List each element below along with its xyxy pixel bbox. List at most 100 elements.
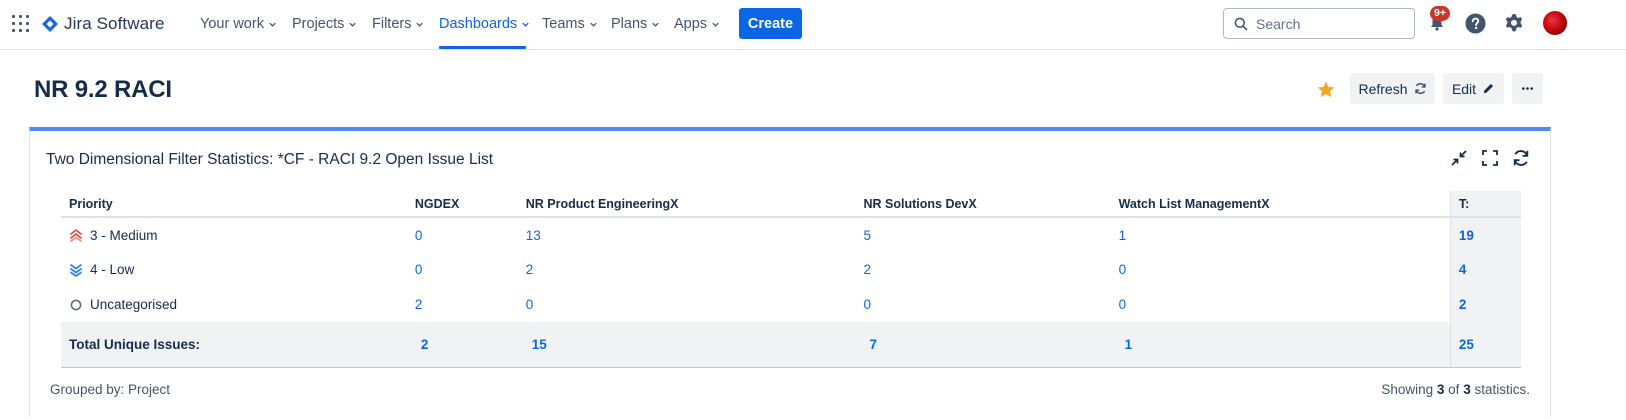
nav-your-work-label: Your work (200, 16, 264, 32)
user-avatar[interactable] (1543, 11, 1567, 35)
refresh-button[interactable]: Refresh (1350, 73, 1435, 104)
fullscreen-icon[interactable] (1481, 149, 1499, 167)
total-unique-issues-row: Total Unique Issues: 2 15 7 1 25 (61, 322, 1521, 368)
statistics-table: Priority NGDEX NR Product EngineeringX N… (61, 191, 1521, 368)
showing-count: 3 (1436, 382, 1445, 397)
nav-your-work[interactable]: Your work (200, 14, 277, 34)
showing-suffix: statistics. (1474, 382, 1530, 397)
brand-name: Jira Software (64, 14, 165, 33)
chevron-down-icon (652, 22, 659, 27)
gadget-toolbar (1450, 149, 1530, 167)
table-header-row: Priority NGDEX NR Product EngineeringX N… (61, 191, 1521, 218)
refresh-icon (1414, 82, 1426, 95)
column-header-watch-list[interactable]: Watch List ManagementX (1110, 191, 1451, 218)
count-cell[interactable]: 5 (856, 217, 1111, 252)
priority-link[interactable]: Uncategorised (90, 297, 177, 312)
column-total-cell[interactable]: 7 (855, 322, 1111, 368)
nav-projects[interactable]: Projects (292, 14, 357, 34)
showing-statistics-text: Showing 3 of 3 statistics. (1381, 382, 1530, 397)
page-title: NR 9.2 RACI (34, 76, 172, 103)
edit-button[interactable]: Edit (1443, 73, 1504, 104)
priority-cell: 3 - Medium (61, 217, 407, 252)
search-icon (1234, 17, 1248, 30)
table-row: 3 - Medium 0 13 5 1 19 (61, 217, 1521, 252)
count-cell[interactable]: 0 (856, 287, 1111, 322)
gadget-title: Two Dimensional Filter Statistics: *CF -… (46, 151, 494, 168)
nav-apps-label: Apps (674, 16, 708, 32)
chevron-down-icon (416, 22, 424, 27)
chevron-down-icon (712, 22, 719, 27)
priority-cell: 4 - Low (61, 252, 407, 287)
count-cell[interactable]: 13 (518, 217, 856, 252)
search-field[interactable] (1223, 8, 1415, 39)
count-cell[interactable]: 1 (1111, 217, 1451, 252)
chevron-down-icon (590, 22, 597, 27)
nav-projects-label: Projects (292, 16, 345, 32)
count-cell[interactable]: 2 (407, 287, 518, 322)
medium-priority-icon (70, 229, 82, 242)
count-cell[interactable]: 2 (518, 252, 856, 287)
more-actions-button[interactable] (1512, 73, 1543, 104)
refresh-button-label: Refresh (1358, 80, 1408, 97)
grouped-by-label: Grouped by: Project (50, 382, 171, 397)
column-header-solutions-dev[interactable]: NR Solutions DevX (855, 191, 1111, 218)
nav-plans[interactable]: Plans (611, 14, 660, 34)
priority-link[interactable]: 3 - Medium (90, 228, 158, 243)
chevron-down-icon (269, 22, 276, 27)
filter-statistics-gadget: Two Dimensional Filter Statistics: *CF -… (29, 127, 1551, 417)
total-label: Total Unique Issues: (61, 322, 407, 368)
count-cell[interactable]: 0 (518, 287, 856, 322)
table-row: Uncategorised 2 0 0 0 2 (61, 287, 1521, 322)
column-total-cell[interactable]: 2 (406, 322, 518, 368)
column-total-cell[interactable]: 15 (517, 322, 856, 368)
count-cell[interactable]: 0 (407, 217, 518, 252)
notification-count-badge: 9+ (1430, 6, 1450, 21)
table-row: 4 - Low 0 2 2 0 4 (61, 252, 1521, 287)
jira-logo[interactable]: Jira Software (42, 12, 165, 36)
top-navigation: Jira Software Your work Projects Filters… (0, 0, 1626, 50)
more-ellipsis-icon (1522, 87, 1533, 90)
chevron-down-icon (522, 22, 529, 27)
nav-dashboards[interactable]: Dashboards (439, 14, 530, 34)
nav-teams[interactable]: Teams (542, 14, 598, 34)
search-input[interactable] (1256, 15, 1406, 32)
column-total-cell[interactable]: 1 (1110, 322, 1451, 368)
nav-apps[interactable]: Apps (674, 14, 720, 34)
jira-diamond-icon (42, 16, 58, 32)
nav-filters-label: Filters (372, 16, 412, 32)
gadget-refresh-icon[interactable] (1512, 149, 1530, 167)
nav-dashboards-label: Dashboards (439, 16, 518, 32)
nav-plans-label: Plans (611, 16, 648, 32)
showing-prefix: Showing (1381, 382, 1434, 397)
low-priority-icon (70, 263, 82, 277)
column-header-ngdex[interactable]: NGDEX (406, 191, 518, 218)
column-header-total[interactable]: T: (1449, 191, 1521, 218)
chevron-down-icon (349, 22, 357, 27)
pencil-icon (1483, 84, 1494, 94)
row-total-cell[interactable]: 2 (1449, 287, 1521, 322)
nav-filters[interactable]: Filters (372, 14, 424, 34)
row-total-cell[interactable]: 19 (1449, 217, 1521, 252)
column-header-priority[interactable]: Priority (61, 191, 407, 218)
showing-total: 3 (1463, 382, 1471, 397)
uncategorised-icon (70, 299, 82, 310)
row-total-cell[interactable]: 4 (1449, 252, 1521, 287)
create-button[interactable]: Create (739, 8, 802, 39)
showing-of: of (1448, 382, 1460, 397)
active-tab-indicator (439, 46, 526, 49)
minimize-icon[interactable] (1450, 149, 1468, 167)
priority-link[interactable]: 4 - Low (90, 262, 134, 277)
column-header-product-engineering[interactable]: NR Product EngineeringX (517, 191, 856, 218)
count-cell[interactable]: 0 (1111, 287, 1451, 322)
edit-button-label: Edit (1451, 80, 1477, 97)
settings-gear-icon[interactable] (1503, 12, 1525, 34)
priority-cell: Uncategorised (61, 287, 407, 322)
count-cell[interactable]: 0 (407, 252, 518, 287)
count-cell[interactable]: 0 (1111, 252, 1451, 287)
star-icon[interactable] (1316, 80, 1336, 100)
nav-teams-label: Teams (542, 16, 585, 32)
grand-total-cell[interactable]: 25 (1449, 322, 1521, 368)
help-icon[interactable] (1464, 12, 1486, 34)
app-switcher-icon[interactable] (12, 15, 29, 32)
count-cell[interactable]: 2 (856, 252, 1111, 287)
